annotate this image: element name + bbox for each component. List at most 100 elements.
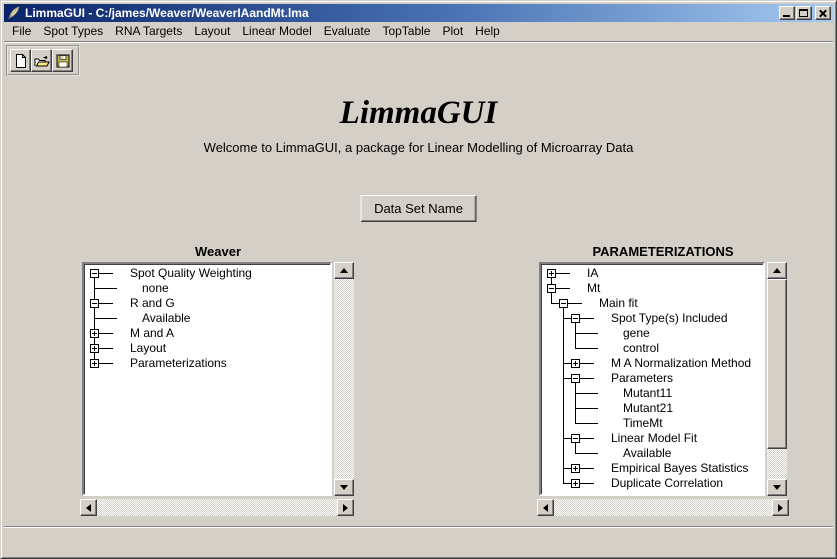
collapse-minus-icon[interactable] bbox=[571, 374, 580, 383]
tree-item-m-and-a[interactable]: M and A bbox=[86, 326, 330, 341]
menu-plot[interactable]: Plot bbox=[436, 22, 469, 41]
scroll-down-button[interactable] bbox=[334, 479, 354, 496]
expand-plus-icon[interactable] bbox=[571, 479, 580, 488]
tree-item-label[interactable]: Mutant11 bbox=[623, 387, 672, 400]
tree-item-control[interactable]: control bbox=[543, 341, 763, 356]
menu-spot-types[interactable]: Spot Types bbox=[37, 22, 109, 41]
open-file-button[interactable] bbox=[31, 49, 52, 72]
tree-item-parameterizations[interactable]: Parameterizations bbox=[86, 356, 330, 371]
weaver-vertical-scrollbar[interactable] bbox=[334, 262, 354, 496]
scroll-down-button[interactable] bbox=[767, 479, 787, 496]
scrollbar-thumb[interactable] bbox=[767, 279, 787, 449]
tree-item-label[interactable]: Duplicate Correlation bbox=[611, 477, 723, 490]
menu-evaluate[interactable]: Evaluate bbox=[318, 22, 377, 41]
new-file-button[interactable] bbox=[10, 49, 31, 72]
tree-item-label[interactable]: R and G bbox=[130, 297, 175, 310]
tree-item-ia[interactable]: IA bbox=[543, 266, 763, 281]
tree-item-spot-quality-weighting[interactable]: Spot Quality Weighting bbox=[86, 266, 330, 281]
menu-toptable[interactable]: TopTable bbox=[376, 22, 436, 41]
tree-item-label[interactable]: Parameterizations bbox=[130, 357, 227, 370]
tree-item-label[interactable]: M A Normalization Method bbox=[611, 357, 751, 370]
tree-item-label[interactable]: control bbox=[623, 342, 659, 355]
menu-file[interactable]: File bbox=[6, 22, 37, 41]
scroll-up-button[interactable] bbox=[767, 262, 787, 279]
menu-help[interactable]: Help bbox=[469, 22, 506, 41]
scroll-left-button[interactable] bbox=[80, 499, 97, 516]
title-bar[interactable]: LimmaGUI - C:/james/Weaver/WeaverIAandMt… bbox=[4, 4, 833, 22]
tree-item-available[interactable]: Available bbox=[543, 446, 763, 461]
tree-item-timemt[interactable]: TimeMt bbox=[543, 416, 763, 431]
tree-item-label[interactable]: Empirical Bayes Statistics bbox=[611, 462, 748, 475]
scroll-left-button[interactable] bbox=[537, 499, 554, 516]
tree-item-m-a-normalization-method[interactable]: M A Normalization Method bbox=[543, 356, 763, 371]
tree-item-gene[interactable]: gene bbox=[543, 326, 763, 341]
tree-connector-line bbox=[99, 363, 113, 364]
tree-item-label[interactable]: none bbox=[142, 282, 169, 295]
save-file-button[interactable] bbox=[52, 49, 73, 72]
data-set-name-button[interactable]: Data Set Name bbox=[360, 195, 477, 222]
scroll-up-button[interactable] bbox=[334, 262, 354, 279]
scrollbar-track[interactable] bbox=[767, 279, 787, 479]
expand-plus-icon[interactable] bbox=[90, 329, 99, 338]
tree-item-label[interactable]: IA bbox=[587, 267, 598, 280]
tree-item-mt[interactable]: Mt bbox=[543, 281, 763, 296]
expand-plus-icon[interactable] bbox=[90, 359, 99, 368]
scrollbar-track[interactable] bbox=[334, 279, 354, 479]
tree-item-r-and-g[interactable]: R and G bbox=[86, 296, 330, 311]
tree-item-label[interactable]: Main fit bbox=[599, 297, 638, 310]
parameterizations-tree[interactable]: IA Mt Main fit Spot Type(s) Included gene con… bbox=[539, 262, 765, 496]
tree-item-layout[interactable]: Layout bbox=[86, 341, 330, 356]
close-button[interactable] bbox=[815, 6, 831, 20]
tree-item-label[interactable]: Available bbox=[623, 447, 671, 460]
tree-item-main-fit[interactable]: Main fit bbox=[543, 296, 763, 311]
tree-item-label[interactable]: Layout bbox=[130, 342, 166, 355]
minimize-button[interactable] bbox=[779, 6, 795, 20]
tree-item-mutant21[interactable]: Mutant21 bbox=[543, 401, 763, 416]
tree-item-label[interactable]: Mutant21 bbox=[623, 402, 673, 415]
tree-item-linear-model-fit[interactable]: Linear Model Fit bbox=[543, 431, 763, 446]
tree-connector-line bbox=[580, 483, 594, 484]
tree-item-empirical-bayes-statistics[interactable]: Empirical Bayes Statistics bbox=[543, 461, 763, 476]
tree-item-label[interactable]: Spot Type(s) Included bbox=[611, 312, 728, 325]
tree-item-label[interactable]: Parameters bbox=[611, 372, 673, 385]
tree-item-label[interactable]: TimeMt bbox=[623, 417, 663, 430]
tree-item-mutant11[interactable]: Mutant11 bbox=[543, 386, 763, 401]
tree-item-label[interactable]: Mt bbox=[587, 282, 600, 295]
scrollbar-track[interactable] bbox=[97, 499, 337, 516]
collapse-minus-icon[interactable] bbox=[90, 269, 99, 278]
tree-connector-line bbox=[580, 468, 594, 469]
tree-item-spot-type-s-included[interactable]: Spot Type(s) Included bbox=[543, 311, 763, 326]
tree-connector-line bbox=[575, 453, 598, 454]
tree-item-label[interactable]: Linear Model Fit bbox=[611, 432, 697, 445]
expand-plus-icon[interactable] bbox=[571, 464, 580, 473]
collapse-minus-icon[interactable] bbox=[559, 299, 568, 308]
collapse-minus-icon[interactable] bbox=[90, 299, 99, 308]
weaver-horizontal-scrollbar[interactable] bbox=[80, 499, 354, 516]
menu-rna-targets[interactable]: RNA Targets bbox=[109, 22, 188, 41]
parameterizations-vertical-scrollbar[interactable] bbox=[767, 262, 787, 496]
scrollbar-track[interactable] bbox=[554, 499, 772, 516]
scroll-right-button[interactable] bbox=[772, 499, 789, 516]
collapse-minus-icon[interactable] bbox=[547, 284, 556, 293]
menu-linear-model[interactable]: Linear Model bbox=[236, 22, 317, 41]
tree-item-duplicate-correlation[interactable]: Duplicate Correlation bbox=[543, 476, 763, 491]
weaver-tree[interactable]: Spot Quality Weighting none R and G Availab… bbox=[82, 262, 332, 496]
menu-layout[interactable]: Layout bbox=[188, 22, 236, 41]
expand-plus-icon[interactable] bbox=[571, 359, 580, 368]
page-title: LimmaGUI bbox=[4, 95, 833, 132]
tree-item-label[interactable]: M and A bbox=[130, 327, 174, 340]
maximize-button[interactable] bbox=[796, 6, 812, 20]
tree-item-label[interactable]: Spot Quality Weighting bbox=[130, 267, 252, 280]
expand-plus-icon[interactable] bbox=[90, 344, 99, 353]
tree-item-parameters[interactable]: Parameters bbox=[543, 371, 763, 386]
expand-plus-icon[interactable] bbox=[547, 269, 556, 278]
parameterizations-horizontal-scrollbar[interactable] bbox=[537, 499, 789, 516]
collapse-minus-icon[interactable] bbox=[571, 434, 580, 443]
tree-connector-line bbox=[563, 341, 564, 356]
scroll-right-button[interactable] bbox=[337, 499, 354, 516]
tree-item-available[interactable]: Available bbox=[86, 311, 330, 326]
tree-item-label[interactable]: gene bbox=[623, 327, 650, 340]
tree-item-label[interactable]: Available bbox=[142, 312, 190, 325]
tree-item-none[interactable]: none bbox=[86, 281, 330, 296]
collapse-minus-icon[interactable] bbox=[571, 314, 580, 323]
